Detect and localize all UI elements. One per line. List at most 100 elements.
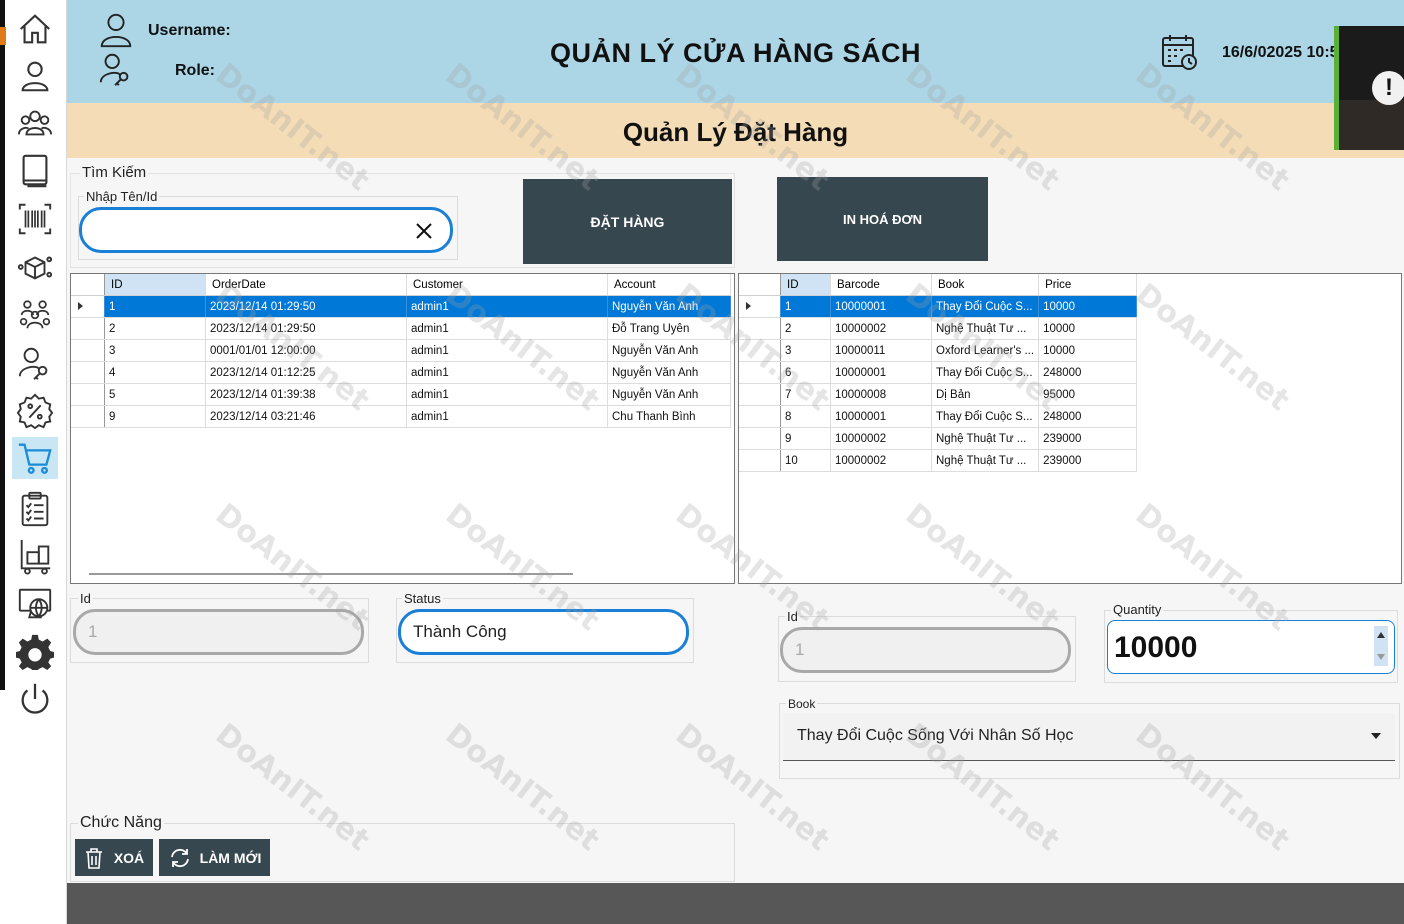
notification-toast[interactable]: ! <box>1334 26 1404 150</box>
sidebar-item-books[interactable] <box>12 150 58 192</box>
row-header[interactable] <box>739 361 781 384</box>
table-cell[interactable]: 248000 <box>1038 405 1138 428</box>
row-header[interactable] <box>71 361 105 384</box>
table-cell[interactable]: 10000 <box>1038 295 1138 318</box>
table-cell[interactable]: 2023/12/14 01:29:50 <box>205 295 407 318</box>
sidebar-item-invoices[interactable] <box>12 488 58 530</box>
table-cell[interactable]: 7 <box>780 383 831 406</box>
table-cell[interactable]: 3 <box>104 339 206 362</box>
table-cell[interactable]: 1 <box>104 295 206 318</box>
table-cell[interactable]: 95000 <box>1038 383 1138 406</box>
table-row[interactable]: 1 2023/12/14 01:29:50 admin1 Nguyễn Văn Anh <box>71 295 731 318</box>
row-header[interactable] <box>71 295 105 318</box>
print-invoice-button[interactable]: IN HOÁ ĐƠN <box>777 177 988 261</box>
table-cell[interactable]: 2023/12/14 01:39:38 <box>205 383 407 406</box>
column-header[interactable]: ID <box>780 274 831 296</box>
delete-button[interactable]: XOÁ <box>75 839 153 876</box>
table-row[interactable]: 1 10000001 Thay Đổi Cuộc S... 10000 <box>739 295 1138 318</box>
table-row[interactable]: 3 0001/01/01 12:00:00 admin1 Nguyễn Văn Anh <box>71 339 731 362</box>
column-header[interactable]: Barcode <box>830 274 932 296</box>
table-cell[interactable]: 0001/01/01 12:00:00 <box>205 339 407 362</box>
table-cell[interactable]: Nguyễn Văn Anh <box>607 339 731 362</box>
row-header[interactable] <box>71 405 105 428</box>
table-row[interactable]: 6 10000001 Thay Đổi Cuộc S... 248000 <box>739 361 1138 384</box>
table-cell[interactable]: Nghệ Thuật Tư ... <box>931 449 1040 472</box>
table-cell[interactable]: Dị Bản <box>931 383 1040 406</box>
sidebar-item-user-roles[interactable] <box>12 342 58 384</box>
sidebar-item-orders[interactable] <box>12 437 58 479</box>
table-cell[interactable]: Thay Đổi Cuộc S... <box>931 361 1040 384</box>
table-cell[interactable]: 10000001 <box>830 361 932 384</box>
table-cell[interactable]: 10000001 <box>830 405 932 428</box>
table-cell[interactable]: 6 <box>780 361 831 384</box>
row-header[interactable] <box>739 383 781 406</box>
stepper-arrows[interactable] <box>1374 626 1388 666</box>
column-header[interactable]: Price <box>1038 274 1138 296</box>
chevron-down-icon[interactable] <box>1377 654 1385 660</box>
table-cell[interactable]: 10000011 <box>830 339 932 362</box>
column-header[interactable]: Account <box>607 274 731 296</box>
book-select[interactable]: Thay Đổi Cuộc Sống Với Nhân Số Học <box>783 713 1395 761</box>
order-button[interactable]: ĐẶT HÀNG <box>523 179 732 264</box>
table-row[interactable]: 10 10000002 Nghệ Thuật Tư ... 239000 <box>739 449 1138 472</box>
orders-grid[interactable]: ID OrderDate Customer Account 1 2023/12/1… <box>70 273 735 584</box>
table-cell[interactable]: 239000 <box>1038 427 1138 450</box>
table-cell[interactable]: Thay Đổi Cuộc S... <box>931 405 1040 428</box>
table-cell[interactable]: admin1 <box>406 405 608 428</box>
table-cell[interactable]: 8 <box>780 405 831 428</box>
search-input[interactable] <box>79 207 453 253</box>
refresh-button[interactable]: LÀM MỚI <box>159 839 270 876</box>
table-cell[interactable]: admin1 <box>406 295 608 318</box>
table-cell[interactable]: admin1 <box>406 383 608 406</box>
table-cell[interactable]: 5 <box>104 383 206 406</box>
table-cell[interactable]: 10000002 <box>830 427 932 450</box>
table-cell[interactable]: Đỗ Trang Uyên <box>607 317 731 340</box>
table-cell[interactable]: 2023/12/14 01:29:50 <box>205 317 407 340</box>
sidebar-item-home[interactable] <box>12 8 58 50</box>
table-cell[interactable]: 239000 <box>1038 449 1138 472</box>
sidebar-item-barcode[interactable] <box>12 198 58 240</box>
table-row[interactable]: 9 2023/12/14 03:21:46 admin1 Chu Thanh Bình <box>71 405 731 428</box>
row-header[interactable] <box>71 383 105 406</box>
column-header[interactable]: OrderDate <box>205 274 407 296</box>
table-cell[interactable]: 10000002 <box>830 317 932 340</box>
row-header[interactable] <box>71 339 105 362</box>
column-header[interactable]: Book <box>931 274 1040 296</box>
table-cell[interactable]: admin1 <box>406 339 608 362</box>
table-cell[interactable]: 10 <box>780 449 831 472</box>
table-cell[interactable]: Nguyễn Văn Anh <box>607 361 731 384</box>
sidebar-item-discounts[interactable] <box>12 390 58 432</box>
quantity-stepper[interactable]: 10000 <box>1107 620 1395 674</box>
table-row[interactable]: 7 10000008 Dị Bản 95000 <box>739 383 1138 406</box>
sidebar-item-imports[interactable] <box>12 535 58 577</box>
table-row[interactable]: 9 10000002 Nghệ Thuật Tư ... 239000 <box>739 427 1138 450</box>
close-icon[interactable] <box>416 223 432 239</box>
table-cell[interactable]: 2 <box>780 317 831 340</box>
sidebar-item-products[interactable] <box>12 246 58 288</box>
table-cell[interactable]: 2023/12/14 01:12:25 <box>205 361 407 384</box>
table-cell[interactable]: Nghệ Thuật Tư ... <box>931 317 1040 340</box>
table-cell[interactable]: 2023/12/14 03:21:46 <box>205 405 407 428</box>
table-cell[interactable]: 248000 <box>1038 361 1138 384</box>
table-cell[interactable]: 1 <box>780 295 831 318</box>
sidebar-item-employees[interactable] <box>12 294 58 336</box>
table-cell[interactable]: admin1 <box>406 317 608 340</box>
table-row[interactable]: 5 2023/12/14 01:39:38 admin1 Nguyễn Văn Anh <box>71 383 731 406</box>
order-details-grid[interactable]: ID Barcode Book Price 1 10000001 Thay Đổi … <box>738 273 1402 584</box>
table-cell[interactable]: Oxford Learner's ... <box>931 339 1040 362</box>
table-cell[interactable]: admin1 <box>406 361 608 384</box>
sidebar-item-logout[interactable] <box>12 678 58 720</box>
status-field[interactable]: Thành Công <box>398 609 689 655</box>
row-header[interactable] <box>739 339 781 362</box>
table-row[interactable]: 3 10000011 Oxford Learner's ... 10000 <box>739 339 1138 362</box>
row-header[interactable] <box>739 449 781 472</box>
row-header[interactable] <box>71 317 105 340</box>
row-header[interactable] <box>739 427 781 450</box>
table-row[interactable]: 2 2023/12/14 01:29:50 admin1 Đỗ Trang Uyên <box>71 317 731 340</box>
row-header[interactable] <box>739 295 781 318</box>
row-header[interactable] <box>739 317 781 340</box>
sidebar-item-account[interactable] <box>12 55 58 97</box>
sidebar-item-settings[interactable] <box>12 630 58 672</box>
column-header[interactable]: ID <box>104 274 206 296</box>
chevron-up-icon[interactable] <box>1377 632 1385 638</box>
